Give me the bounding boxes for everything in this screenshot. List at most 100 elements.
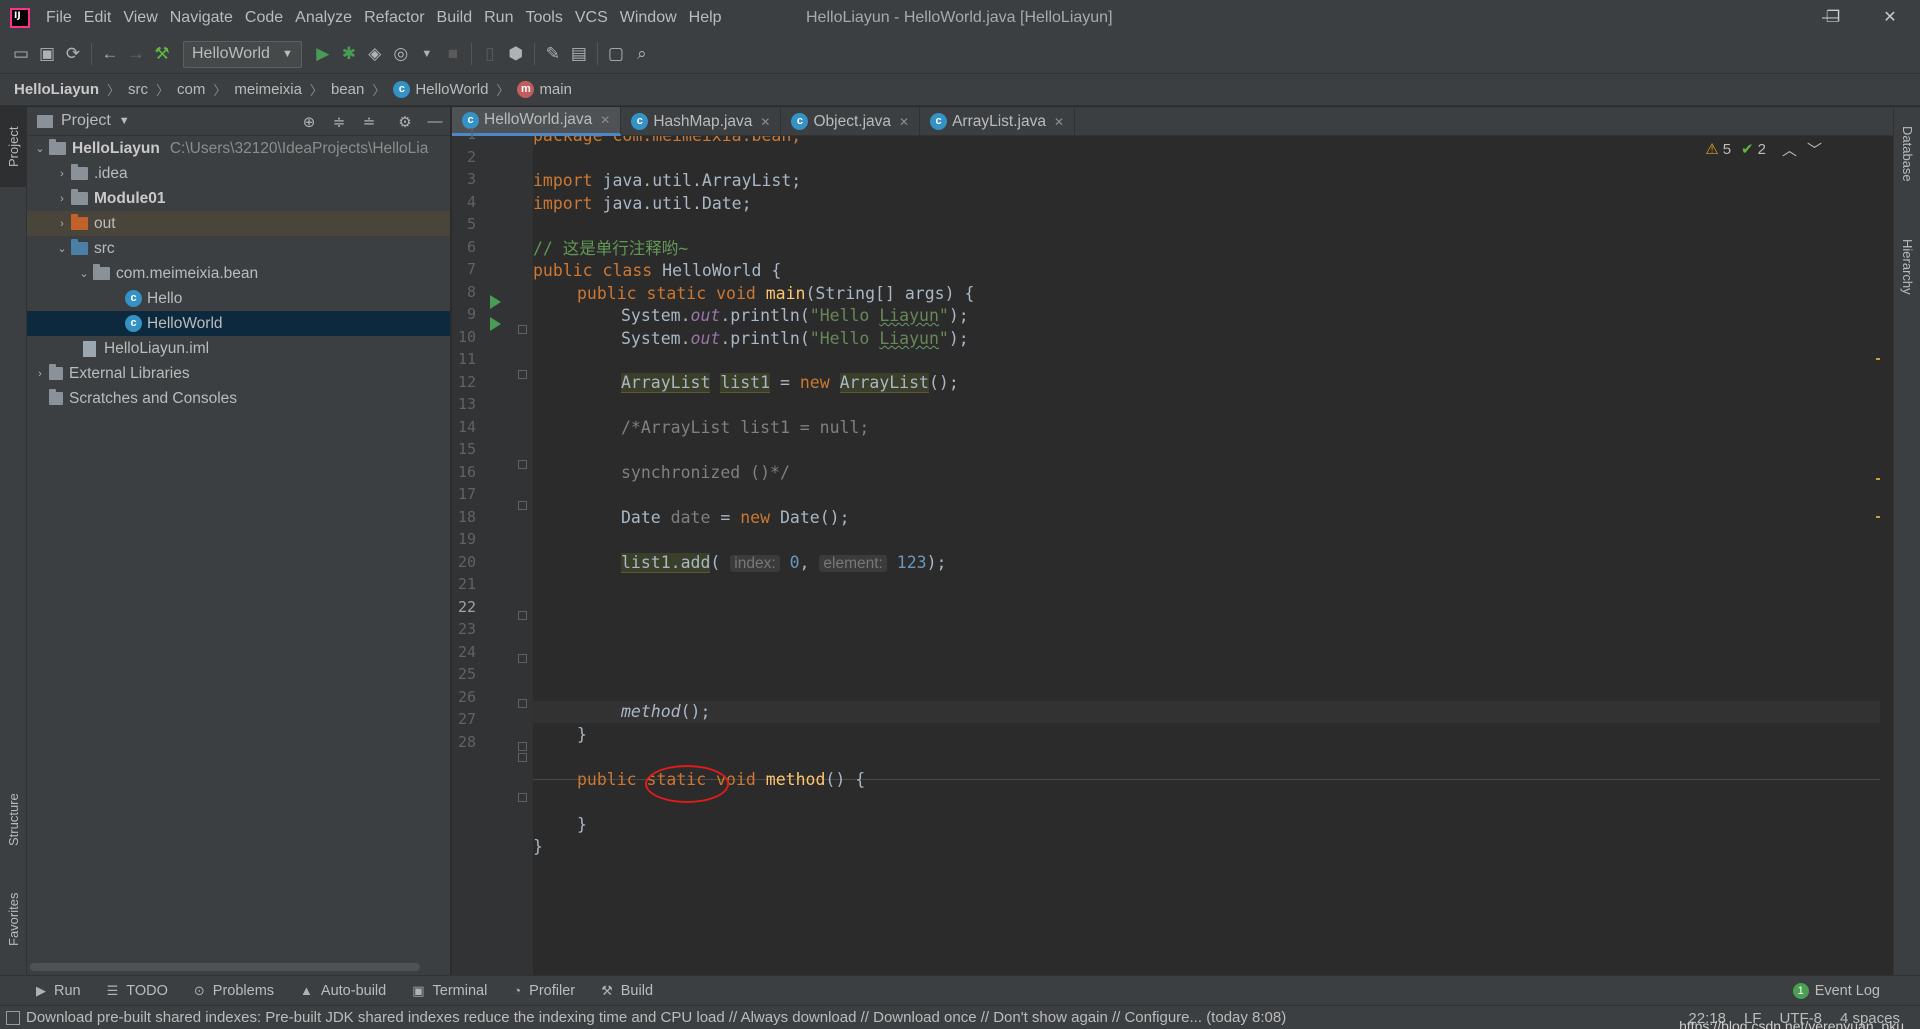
menu-help[interactable]: Help — [683, 0, 728, 35]
tab-hashmap-java[interactable]: c HashMap.java ✕ — [621, 107, 782, 136]
menu-analyze[interactable]: Analyze — [289, 0, 358, 35]
project-structure-icon[interactable]: ▤ — [566, 41, 592, 67]
chevron-down-icon[interactable]: ⌄ — [31, 142, 49, 155]
run-configuration-dropdown[interactable]: HelloWorld ▼ — [183, 40, 302, 68]
inspection-widget[interactable]: ⚠ 5 ✔ 2 ︿ ﹀ — [1705, 136, 1832, 162]
breadcrumb-com[interactable]: com — [177, 81, 205, 98]
menu-file[interactable]: File — [40, 0, 78, 35]
search-icon[interactable]: ⌕ — [629, 41, 655, 67]
run-class-icon[interactable] — [490, 295, 501, 309]
fold-marker-icon[interactable] — [518, 793, 527, 802]
forward-icon[interactable]: → — [123, 41, 149, 67]
terminal-window-icon[interactable]: ▢ — [603, 41, 629, 67]
breadcrumb-project[interactable]: HelloLiayun — [14, 81, 99, 98]
tree-item-iml[interactable]: HelloLiayun.iml — [27, 336, 450, 361]
tool-terminal[interactable]: ▣ Terminal — [412, 983, 487, 999]
chevron-down-icon[interactable]: ⌄ — [53, 242, 71, 255]
fold-marker-icon[interactable] — [518, 325, 527, 334]
restore-button[interactable]: ❐ — [1803, 0, 1863, 35]
back-icon[interactable]: ← — [97, 41, 123, 67]
menu-refactor[interactable]: Refactor — [358, 0, 430, 35]
status-message[interactable]: Download pre-built shared indexes: Pre-b… — [26, 1009, 1286, 1026]
toggle-tool-windows-icon[interactable] — [6, 1010, 20, 1025]
tree-item-project-root[interactable]: ⌄ HelloLiayun C:\Users\32120\IdeaProject… — [27, 136, 450, 161]
tree-item-package[interactable]: ⌄ com.meimeixia.bean — [27, 261, 450, 286]
fold-marker-icon[interactable] — [518, 753, 527, 762]
tree-item-external-libraries[interactable]: › External Libraries — [27, 361, 450, 386]
tool-todo[interactable]: ☰ TODO — [107, 983, 168, 999]
tree-item-module01[interactable]: › Module01 — [27, 186, 450, 211]
breadcrumb-src[interactable]: src — [128, 81, 148, 98]
tree-item-out[interactable]: › out — [27, 211, 450, 236]
tool-run[interactable]: ▶ Run — [36, 983, 81, 999]
fold-marker-icon[interactable] — [518, 460, 527, 469]
tool-profiler[interactable]: ◔ Profiler — [513, 983, 575, 999]
hide-panel-icon[interactable]: — — [420, 113, 450, 130]
tree-item-hello[interactable]: c Hello — [27, 286, 450, 311]
menu-window[interactable]: Window — [614, 0, 683, 35]
close-tab-icon[interactable]: ✕ — [1054, 115, 1064, 129]
profile-icon[interactable]: ◎ — [388, 41, 414, 67]
tool-auto-build[interactable]: ▲ Auto-build — [300, 983, 386, 999]
collapse-all-icon[interactable]: ≐ — [354, 113, 384, 131]
fold-marker-icon[interactable] — [518, 501, 527, 510]
project-horizontal-scrollbar[interactable] — [30, 963, 420, 971]
run-main-icon[interactable] — [490, 317, 501, 331]
stripe-tab-favorites[interactable]: Favorites — [0, 877, 27, 962]
coverage-icon[interactable]: ◈ — [362, 41, 388, 67]
breadcrumb-bean[interactable]: bean — [331, 81, 364, 98]
save-all-icon[interactable]: ▣ — [34, 41, 60, 67]
tab-arraylist-java[interactable]: c ArrayList.java ✕ — [920, 107, 1076, 136]
breadcrumb-method[interactable]: m main — [517, 81, 572, 98]
breadcrumb-meimeixia[interactable]: meimeixia — [234, 81, 302, 98]
chevron-right-icon[interactable]: › — [31, 368, 49, 380]
sync-icon[interactable]: ⟳ — [60, 41, 86, 67]
chevron-right-icon[interactable]: › — [53, 168, 71, 180]
next-highlight-icon[interactable]: ﹀ — [1807, 139, 1822, 160]
minimize-button-2[interactable] — [1740, 0, 1800, 35]
menu-run[interactable]: Run — [478, 0, 519, 35]
run-options-chevron-icon[interactable]: ▼ — [414, 41, 440, 67]
tree-item-scratches[interactable]: Scratches and Consoles — [27, 386, 450, 411]
chevron-down-icon[interactable]: ▼ — [119, 115, 130, 127]
close-window-button[interactable]: ✕ — [1860, 0, 1920, 35]
open-folder-icon[interactable]: ▭ — [8, 41, 34, 67]
breadcrumb-class[interactable]: c HelloWorld — [393, 81, 488, 98]
editor-vertical-scrollbar[interactable] — [1880, 136, 1893, 975]
gear-icon[interactable]: ⚙ — [390, 113, 420, 131]
menu-vcs[interactable]: VCS — [569, 0, 614, 35]
chevron-right-icon[interactable]: › — [53, 193, 71, 205]
tab-object-java[interactable]: c Object.java ✕ — [781, 107, 921, 136]
chevron-right-icon[interactable]: › — [53, 218, 71, 230]
menu-build[interactable]: Build — [431, 0, 479, 35]
menu-navigate[interactable]: Navigate — [164, 0, 239, 35]
menu-code[interactable]: Code — [239, 0, 289, 35]
stripe-tab-structure[interactable]: Structure — [0, 775, 27, 865]
sdk-manager-icon[interactable]: ⬢ — [503, 41, 529, 67]
code-editor[interactable]: ⚠ 5 ✔ 2 ︿ ﹀ package com.meimeixia.bean; … — [533, 136, 1880, 975]
tool-event-log[interactable]: 1 Event Log — [1792, 976, 1880, 1006]
settings-wrench-icon[interactable]: ✎ — [540, 41, 566, 67]
debug-icon[interactable]: ✱ — [336, 41, 362, 67]
expand-all-icon[interactable]: ≑ — [324, 113, 354, 131]
stripe-tab-project[interactable]: Project — [0, 107, 27, 187]
fold-marker-icon[interactable] — [518, 699, 527, 708]
menu-edit[interactable]: Edit — [78, 0, 118, 35]
tree-item-idea[interactable]: › .idea — [27, 161, 450, 186]
tab-helloworld-java[interactable]: c HelloWorld.java ✕ — [452, 107, 622, 136]
close-tab-icon[interactable]: ✕ — [600, 113, 610, 127]
tool-problems[interactable]: ⊙ Problems — [194, 983, 274, 999]
fold-marker-icon[interactable] — [518, 611, 527, 620]
close-tab-icon[interactable]: ✕ — [760, 115, 770, 129]
fold-marker-icon[interactable] — [518, 654, 527, 663]
close-tab-icon[interactable]: ✕ — [899, 115, 909, 129]
fold-marker-icon[interactable] — [518, 370, 527, 379]
menu-view[interactable]: View — [117, 0, 163, 35]
stripe-tab-hierarchy[interactable]: Hierarchy — [1894, 219, 1920, 315]
project-panel-title[interactable]: Project — [61, 112, 111, 130]
build-hammer-icon[interactable]: ⚒ — [149, 41, 175, 67]
chevron-down-icon[interactable]: ⌄ — [75, 267, 93, 280]
tool-build[interactable]: ⚒ Build — [601, 983, 653, 999]
tree-item-helloworld[interactable]: c HelloWorld — [27, 311, 450, 336]
fold-marker-icon[interactable] — [518, 742, 527, 751]
